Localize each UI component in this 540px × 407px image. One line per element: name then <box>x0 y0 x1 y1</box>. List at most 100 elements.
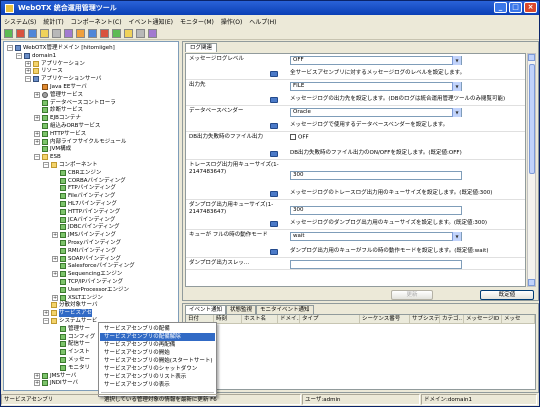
maximize-button[interactable]: □ <box>509 2 522 13</box>
log-icon[interactable] <box>124 28 133 38</box>
tree-node[interactable]: メッセー <box>52 356 90 364</box>
tree-node[interactable]: HL7バインディング <box>52 200 117 208</box>
expand-icon[interactable]: + <box>25 68 31 75</box>
tree-node[interactable]: モニタリ <box>52 364 90 372</box>
tree-node[interactable]: FTPバインディング <box>52 184 116 192</box>
tree-node[interactable]: データベースコントローラ <box>34 99 116 107</box>
event-column-header[interactable]: 時刻 <box>214 315 242 323</box>
tree-node[interactable]: JDBCバインディング <box>52 223 120 231</box>
tree-node[interactable]: − コンポーネント <box>43 161 98 169</box>
scroll-down-icon[interactable] <box>528 279 535 286</box>
tree-node[interactable]: 診断サービス <box>34 106 83 114</box>
tree-node[interactable]: UserProcessorエンジン <box>52 286 129 294</box>
help-icon[interactable] <box>148 28 157 38</box>
context-menu-item[interactable]: サービスアセンブリの開始(スタートサート) <box>100 357 215 365</box>
statistics-icon[interactable] <box>64 28 73 38</box>
tree-node[interactable]: − アプリケーションサーバ <box>25 75 101 83</box>
collapse-icon[interactable]: − <box>43 318 49 324</box>
event-column-header[interactable]: カテゴ.. <box>440 315 464 323</box>
tree-node[interactable]: + JMSサーバ <box>34 372 76 380</box>
tree-node[interactable]: + HTTPサービス <box>34 130 86 138</box>
folder-icon[interactable] <box>40 28 49 38</box>
tree-node[interactable]: + リソース <box>25 67 63 75</box>
expand-icon[interactable]: + <box>52 232 58 239</box>
tree-node[interactable]: CORBAバインディング <box>52 177 126 185</box>
tree-node[interactable]: + サービスアセ <box>43 309 92 318</box>
tree-node[interactable]: Fileバインディング <box>52 192 115 200</box>
context-menu-item[interactable]: サービスアセンブリの表示 <box>100 381 215 389</box>
tree-node[interactable]: + XSLTエンジン <box>52 294 103 302</box>
tree-node[interactable]: 組込みORBサービス <box>34 122 100 130</box>
expand-icon[interactable]: + <box>34 372 40 379</box>
refresh-icon[interactable] <box>52 28 61 38</box>
scroll-up-icon[interactable] <box>528 54 535 61</box>
expand-icon[interactable]: + <box>25 60 31 67</box>
tree-node[interactable]: + JNDIサーバ <box>34 379 78 387</box>
expand-icon[interactable]: + <box>43 310 49 317</box>
tab-status-monitor[interactable]: 状態監視 <box>226 305 257 314</box>
tree-node[interactable]: Proxyバインディング <box>52 239 121 247</box>
tree-node[interactable]: Java EEサーバ <box>34 83 87 91</box>
context-menu-item[interactable]: サービスアセンブリのリスト表示 <box>100 373 215 381</box>
deploy-icon[interactable] <box>76 28 85 38</box>
settings-icon[interactable] <box>136 28 145 38</box>
tree-node[interactable]: + 管理サービス <box>34 91 83 99</box>
expand-icon[interactable]: + <box>34 130 40 137</box>
event-column-header[interactable]: メッセージID <box>464 315 502 323</box>
property-input[interactable]: 300 <box>290 171 462 180</box>
menu-monitor[interactable]: モニター(M) <box>180 17 214 26</box>
tab-event-notification[interactable]: イベント通知 <box>185 305 227 314</box>
tree-node[interactable]: − ESB <box>34 153 61 161</box>
event-column-header[interactable]: ドメイ.. <box>278 315 300 323</box>
connect-icon[interactable] <box>4 28 13 38</box>
collapse-icon[interactable]: − <box>7 45 13 51</box>
tree-node[interactable]: HTTPバインディング <box>52 208 120 216</box>
expand-icon[interactable]: + <box>52 294 58 301</box>
property-select[interactable]: FILE <box>290 82 462 91</box>
tree-node[interactable]: 管理サー <box>52 325 90 333</box>
tab-log-settings[interactable]: ログ関連 <box>185 43 218 52</box>
monitor-icon[interactable] <box>112 28 121 38</box>
menu-help[interactable]: ヘルプ(H) <box>249 17 276 26</box>
expand-icon[interactable]: + <box>34 380 40 387</box>
tree-node[interactable]: 配信サー <box>52 340 90 348</box>
title-bar[interactable]: WebOTX 統合運用管理ツール _ □ × <box>1 1 539 15</box>
tree-node[interactable]: JCAバインディング <box>52 216 115 224</box>
event-column-header[interactable]: サブシステ.. <box>410 315 440 323</box>
expand-icon[interactable]: + <box>34 115 40 122</box>
event-column-header[interactable]: シーケンス番号 <box>360 315 410 323</box>
collapse-icon[interactable]: − <box>34 154 40 161</box>
context-menu-item[interactable]: サービスアセンブリの配備解除 <box>100 333 215 341</box>
tab-monitor-event[interactable]: モニタイベント通知 <box>256 305 314 314</box>
domain-icon[interactable] <box>28 28 37 38</box>
context-menu-item[interactable]: サービスアセンブリの開始 <box>100 349 215 357</box>
expand-icon[interactable]: + <box>52 271 58 278</box>
minimize-button[interactable]: _ <box>494 2 507 13</box>
tree-node[interactable]: − システムサービ <box>43 317 97 325</box>
update-button[interactable]: 更新 <box>391 290 433 300</box>
help-book-icon[interactable] <box>270 221 278 227</box>
expand-icon[interactable]: + <box>52 255 58 262</box>
stop-icon[interactable] <box>100 28 109 38</box>
tree-node[interactable]: + EJBコンテナ <box>34 114 81 122</box>
tree-node[interactable]: RMIバインディング <box>52 247 116 255</box>
property-select[interactable]: Oracle <box>290 108 462 117</box>
help-book-icon[interactable] <box>270 97 278 103</box>
menu-operation[interactable]: 操作(O) <box>221 17 242 26</box>
close-button[interactable]: × <box>524 2 537 13</box>
tree-node[interactable]: Salesforceバインディング <box>52 262 135 270</box>
tree-node[interactable]: − domain1 <box>16 52 56 60</box>
menu-statistics[interactable]: 統計(T) <box>43 17 63 26</box>
tree-node[interactable]: インスト <box>52 348 90 356</box>
tree-node[interactable]: + SOAPバインディング <box>52 255 121 263</box>
property-select[interactable]: wait <box>290 232 462 241</box>
tree-node[interactable]: − WebOTX管理ドメイン [hitomiigeh] <box>7 44 115 52</box>
start-icon[interactable] <box>88 28 97 38</box>
property-input[interactable] <box>290 260 462 269</box>
property-input[interactable]: 300 <box>290 206 462 215</box>
event-column-header[interactable]: ホスト名 <box>242 315 278 323</box>
tree-node[interactable]: + アプリケーション <box>25 60 85 68</box>
menu-system[interactable]: システム(S) <box>4 17 36 26</box>
help-book-icon[interactable] <box>270 123 278 129</box>
event-table[interactable]: 日付 時刻 ホスト名 ドメイ.. タイプ シーケンス番号 サブシステ.. カテゴ.. メッセージ… <box>185 314 536 390</box>
